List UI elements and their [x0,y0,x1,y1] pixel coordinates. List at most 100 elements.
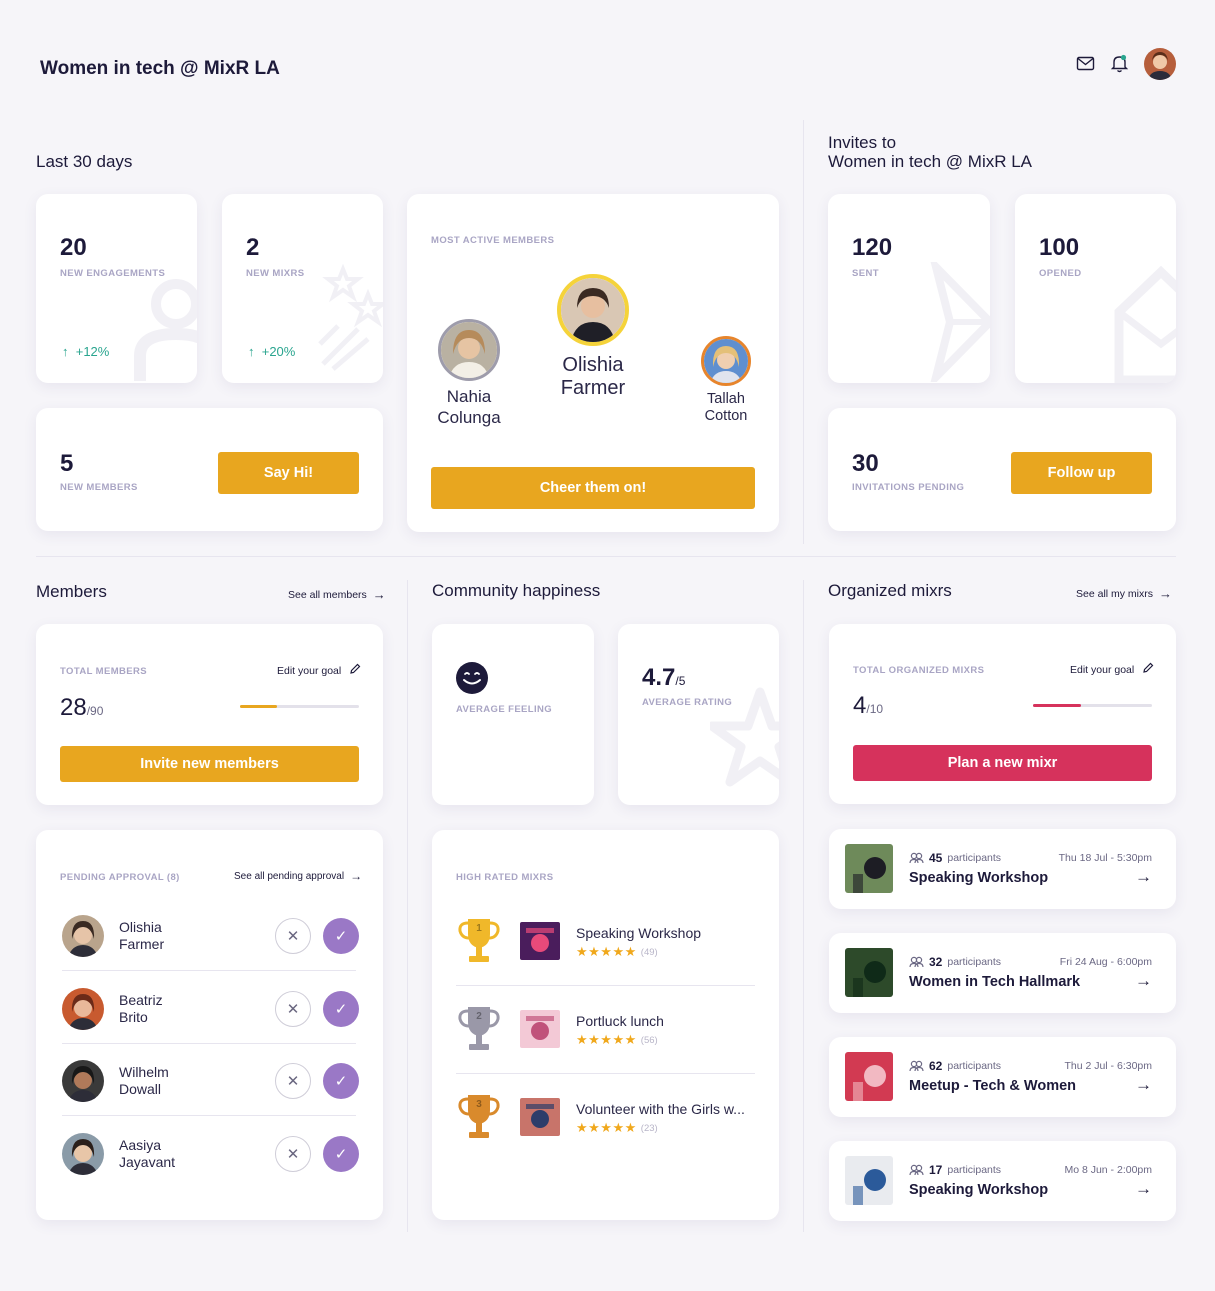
see-all-mixrs-link[interactable]: See all my mixrs → [1076,586,1172,601]
reject-button[interactable]: ✕ [275,1063,311,1099]
close-icon: ✕ [286,928,300,945]
trophy-rank: 1 [476,923,482,934]
organized-progress-bar [1033,704,1152,707]
event-date: Thu 18 Jul - 5:30pm [1058,852,1152,864]
average-feeling-card: AVERAGE FEELING [432,624,594,805]
close-icon: ✕ [286,1000,300,1018]
approve-button[interactable]: ✓ [323,1063,359,1099]
pending-name: Wilhelm Dowall [119,1064,169,1098]
event-card[interactable]: 17 participants Mo 8 Jun - 2:00pm Speaki… [829,1141,1176,1221]
third-member-last-name: Cotton [704,408,748,424]
high-rated-label: HIGH RATED MIXRS [456,872,554,883]
event-thumbnail [845,1156,893,1205]
say-hi-button[interactable]: Say Hi! [218,452,359,494]
event-card[interactable]: 62 participants Thu 2 Jul - 6:30pm Meetu… [829,1037,1176,1117]
mixr-thumbnail [520,1010,560,1048]
new-engagements-card: 20 NEW ENGAGEMENTS ↑ +12% [36,194,197,383]
bell-icon[interactable] [1110,53,1129,78]
event-card[interactable]: 45 participants Thu 18 Jul - 5:30pm Spea… [829,829,1176,909]
row-divider [62,970,356,971]
pending-first-name: Olishia [119,919,162,935]
divider [803,120,804,544]
arrow-right-icon[interactable]: → [1135,867,1152,887]
participants-label: participants [947,956,1002,968]
user-avatar[interactable] [1144,48,1176,80]
sent-card: 120 SENT [828,194,990,383]
arrow-right-icon[interactable]: → [1135,1075,1152,1095]
follow-up-button[interactable]: Follow up [1011,452,1152,494]
fireworks-watermark-icon [318,264,383,371]
event-card[interactable]: 32 participants Fri 24 Aug - 6:00pm Wome… [829,933,1176,1013]
people-icon [909,1060,924,1072]
reject-button[interactable]: ✕ [275,918,311,954]
row-divider [456,985,755,986]
rated-row[interactable]: 3 Volunteer with the Girls w... ★★★★★ (2… [432,1091,779,1179]
pending-last-name: Dowall [119,1081,162,1097]
page-title: Women in tech @ MixR LA [40,58,280,79]
rated-row[interactable]: 2 Portluck lunch ★★★★★ (56) [432,1003,779,1091]
new-members-label: NEW MEMBERS [60,482,138,493]
rating-count: (23) [640,1122,658,1134]
pending-avatar[interactable] [62,1132,104,1175]
third-member-avatar[interactable] [701,336,751,386]
row-divider [456,1073,755,1074]
top-member-last-name: Farmer [560,377,626,399]
people-icon [909,852,924,864]
reject-button[interactable]: ✕ [275,1135,311,1172]
edit-goal-members[interactable]: Edit your goal [277,662,361,680]
pending-name: Olishia Farmer [119,919,164,953]
see-all-pending-link[interactable]: See all pending approval → [234,869,362,883]
opened-label: OPENED [1039,268,1082,279]
pending-avatar[interactable] [62,987,104,1030]
pending-invites-value: 30 [852,450,879,477]
section-title-members: Members [36,582,107,601]
pending-approval-label: PENDING APPROVAL (8) [60,872,180,883]
approve-button[interactable]: ✓ [323,918,359,954]
opened-card: 100 OPENED [1015,194,1176,383]
edit-goal-mixrs[interactable]: Edit your goal [1070,661,1154,679]
rating-stars: ★★★★★ (56) [576,1032,658,1048]
pending-avatar[interactable] [62,1060,104,1102]
top-member-avatar[interactable] [557,274,629,346]
pencil-icon [1142,661,1154,679]
event-thumbnail [845,844,893,893]
envelope-open-watermark-icon [1114,265,1176,383]
trophy-rank: 3 [476,1099,482,1110]
approve-button[interactable]: ✓ [323,990,359,1027]
total-members-label: TOTAL MEMBERS [60,666,148,677]
participant-count: 32 [929,955,943,969]
event-title: Meetup - Tech & Women [909,1078,1077,1094]
see-all-members-link[interactable]: See all members → [288,587,386,602]
pending-row: Olishia Farmer ✕ ✓ [36,915,383,987]
rating-number: 4.7 [642,664,676,691]
rating-max: /5 [675,674,686,688]
members-count: 28 [60,694,87,721]
arrow-right-icon[interactable]: → [1135,971,1152,991]
divider [407,580,408,1232]
invites-title-line2: Women in tech @ MixR LA [828,152,1033,171]
second-member-first-name: Nahia [446,387,492,406]
cheer-button[interactable]: Cheer them on! [431,467,755,509]
close-icon: ✕ [286,1145,300,1163]
pending-row: Wilhelm Dowall ✕ ✓ [36,1060,383,1132]
check-icon: ✓ [334,928,348,945]
third-member-first-name: Tallah [707,391,745,407]
participant-count: 17 [929,1163,943,1177]
plan-new-mixr-button[interactable]: Plan a new mixr [853,745,1152,781]
reject-button[interactable]: ✕ [275,990,311,1027]
arrow-right-icon[interactable]: → [1135,1179,1152,1199]
mail-icon[interactable] [1076,55,1095,77]
high-rated-card: HIGH RATED MIXRS 1 Speaking Workshop ★★★… [432,830,779,1220]
mixr-thumbnail [520,1098,560,1136]
pending-avatar[interactable] [62,915,104,957]
pending-name: Beatriz Brito [119,992,163,1026]
average-rating-label: AVERAGE RATING [642,697,733,708]
invite-new-members-button[interactable]: Invite new members [60,746,359,782]
event-thumbnail [845,1052,893,1101]
approve-button[interactable]: ✓ [323,1135,359,1172]
people-icon [909,1164,924,1176]
second-member-avatar[interactable] [438,319,500,381]
pending-invites-label: INVITATIONS PENDING [852,482,965,493]
rating-stars: ★★★★★ (23) [576,1120,658,1136]
rated-row[interactable]: 1 Speaking Workshop ★★★★★ (49) [432,915,779,1003]
